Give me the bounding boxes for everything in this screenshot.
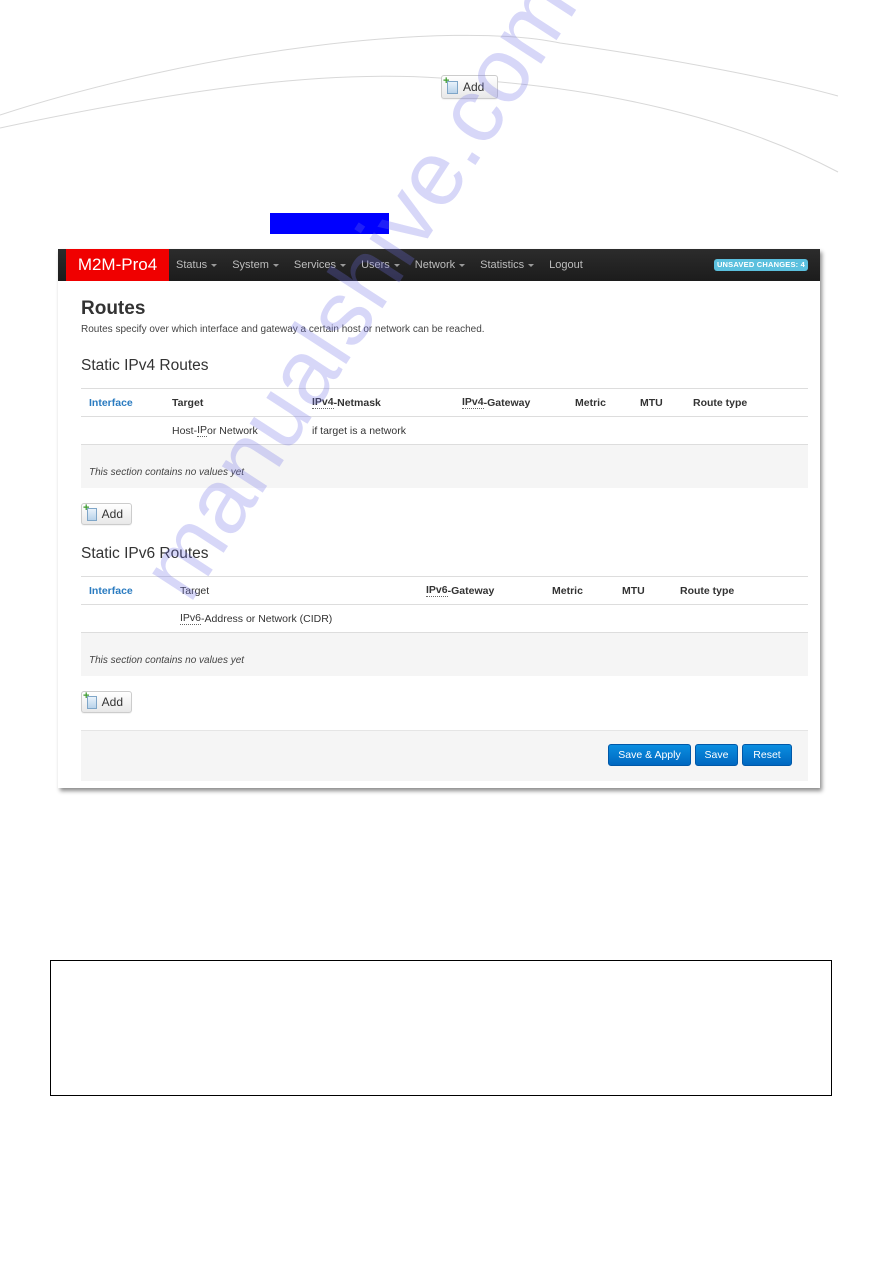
- empty-message: This section contains no values yet: [89, 655, 245, 666]
- col-target: Target: [172, 396, 204, 409]
- col-interface[interactable]: Interface: [89, 389, 133, 416]
- target-hint: Host- IP or Network: [172, 423, 258, 437]
- caret-down-icon: [211, 263, 218, 267]
- col-mtu: MTU: [622, 584, 645, 597]
- col-netmask: IPv4 -Netmask: [312, 395, 381, 409]
- save-button[interactable]: Save: [695, 744, 738, 766]
- ipv4-add-button[interactable]: Add: [81, 502, 132, 525]
- brand-logo[interactable]: M2M-Pro4: [66, 249, 169, 281]
- table-header: Interface Target IPv6 -Gateway Metric MTU…: [81, 576, 808, 605]
- add-button-label: Add: [463, 80, 485, 94]
- unsaved-changes-badge[interactable]: UNSAVED CHANGES: 4: [713, 259, 808, 271]
- form-actions-bar: Save & Apply Save Reset: [81, 730, 808, 781]
- caret-down-icon: [272, 263, 279, 267]
- add-button-example[interactable]: Add: [441, 75, 498, 99]
- target-hint: IPv6 -Address or Network (CIDR): [180, 611, 333, 625]
- caret-down-icon: [528, 263, 535, 267]
- nav-statistics[interactable]: Statistics: [480, 259, 535, 271]
- table-hint-row: Host- IP or Network if target is a networ…: [81, 417, 808, 445]
- table-hint-row: IPv6 -Address or Network (CIDR): [81, 605, 808, 633]
- netmask-hint: if target is a network: [312, 424, 406, 437]
- col-route-type: Route type: [693, 396, 748, 409]
- routes-screenshot-panel: M2M-Pro4 Status System Services Users Ne…: [58, 249, 820, 788]
- top-navbar: M2M-Pro4 Status System Services Users Ne…: [58, 249, 820, 281]
- caret-down-icon: [393, 263, 400, 267]
- col-metric: Metric: [575, 396, 606, 409]
- col-route-type: Route type: [680, 584, 735, 597]
- table-header: Interface Target IPv4 -Netmask IPv4 -Gatew…: [81, 388, 808, 417]
- main-nav: Status System Services Users Network Sta…: [176, 249, 598, 281]
- caret-down-icon: [459, 263, 466, 267]
- empty-note-box: [50, 960, 832, 1096]
- nav-logout[interactable]: Logout: [549, 259, 583, 271]
- nav-network[interactable]: Network: [415, 259, 466, 271]
- nav-users[interactable]: Users: [361, 259, 400, 271]
- empty-message: This section contains no values yet: [89, 467, 245, 478]
- highlight-bar: [270, 213, 389, 234]
- nav-services[interactable]: Services: [294, 259, 347, 271]
- decorative-page-curves: [0, 34, 839, 173]
- col-gateway: IPv4 -Gateway: [462, 395, 531, 409]
- page-description: Routes specify over which interface and …: [81, 324, 485, 335]
- ipv6-routes-table: Interface Target IPv6 -Gateway Metric MTU…: [81, 576, 808, 676]
- empty-section: This section contains no values yet: [81, 633, 808, 676]
- col-target: Target: [180, 584, 210, 597]
- ipv6-section-title: Static IPv6 Routes: [81, 545, 209, 562]
- col-metric: Metric: [552, 584, 583, 597]
- ipv4-routes-table: Interface Target IPv4 -Netmask IPv4 -Gatew…: [81, 388, 808, 488]
- nav-status[interactable]: Status: [176, 259, 218, 271]
- page-title: Routes: [81, 298, 146, 319]
- add-document-icon: [83, 690, 97, 709]
- add-document-icon: [83, 502, 97, 521]
- col-mtu: MTU: [640, 396, 663, 409]
- caret-down-icon: [340, 263, 347, 267]
- add-document-icon: [443, 75, 458, 94]
- save-apply-button[interactable]: Save & Apply: [608, 744, 691, 766]
- col-gateway: IPv6 -Gateway: [426, 583, 495, 597]
- ipv6-add-button[interactable]: Add: [81, 690, 132, 713]
- empty-section: This section contains no values yet: [81, 445, 808, 488]
- reset-button[interactable]: Reset: [742, 744, 792, 766]
- nav-system[interactable]: System: [232, 259, 279, 271]
- ipv4-section-title: Static IPv4 Routes: [81, 357, 209, 374]
- col-interface[interactable]: Interface: [89, 577, 133, 604]
